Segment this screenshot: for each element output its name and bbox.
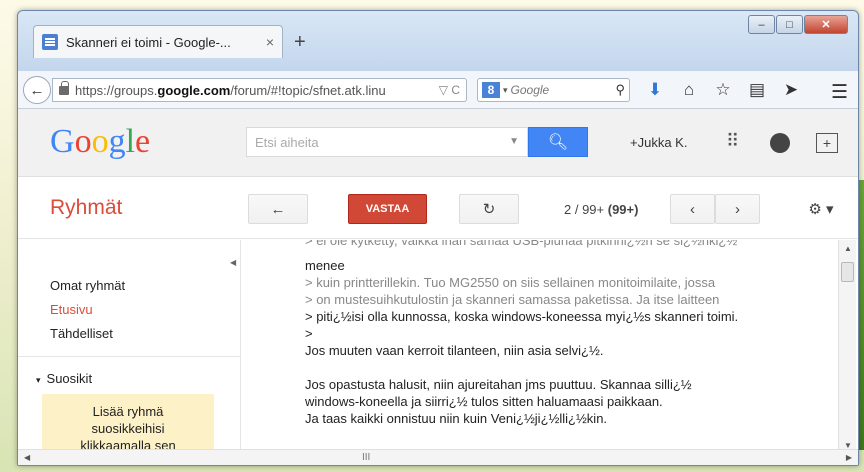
logo-letter: G — [50, 123, 75, 160]
chevron-down-icon[interactable]: ▼ — [509, 136, 519, 147]
scroll-up-icon[interactable]: ▲ — [844, 244, 852, 253]
navigation-bar: ← https://groups.google.com/forum/#!topi… — [18, 71, 858, 109]
user-name[interactable]: +Jukka K. — [630, 135, 687, 150]
url-dropdown-reload-icon[interactable]: ▽ C — [439, 83, 460, 97]
url-bar[interactable]: https://groups.google.com/forum/#!topic/… — [52, 78, 467, 102]
tab-title: Skanneri ei toimi - Google-... — [66, 34, 231, 50]
window-controls: – □ ✕ — [747, 15, 848, 34]
logo-letter: l — [125, 123, 136, 160]
send-icon[interactable]: ➤ — [776, 79, 806, 101]
sidebar-item-starred[interactable]: Tähdelliset — [50, 326, 113, 341]
search-engine-icon[interactable]: 8 — [482, 82, 500, 98]
bookmark-star-icon[interactable]: ☆ — [708, 79, 738, 101]
chevron-left-icon: ‹ — [690, 200, 695, 218]
topic-search-input[interactable]: Etsi aiheita ▼ — [246, 127, 528, 157]
triangle-down-icon: ▾ — [36, 375, 41, 385]
tab-close-icon[interactable]: × — [266, 34, 274, 50]
browser-window: Skanneri ei toimi - Google-... × + – □ ✕… — [17, 10, 859, 466]
back-to-list-button[interactable]: ← — [248, 194, 308, 224]
scrollbar-thumb[interactable] — [841, 262, 854, 282]
post-line: > kuin printterillekin. Tuo MG2550 on si… — [305, 275, 716, 290]
search-button[interactable]: 🔍︎ — [528, 127, 588, 157]
post-body: > ei ole kytketty, vaikka inan samaa USB… — [305, 240, 825, 454]
close-window-button[interactable]: ✕ — [804, 15, 848, 34]
google-header: Google Etsi aiheita ▼ 🔍︎ +Jukka K. ⠿ + — [18, 109, 858, 177]
groups-toolbar: Ryhmät ← VASTAA ↻ 2 / 99+ (99+) ‹ › ⚙ ▾ — [18, 177, 858, 239]
minimize-button[interactable]: – — [748, 15, 775, 34]
refresh-icon: ↻ — [482, 201, 496, 218]
browser-tab[interactable]: Skanneri ei toimi - Google-... × — [33, 25, 283, 58]
share-plus-icon[interactable]: + — [816, 133, 838, 153]
scroll-right-icon[interactable]: ▶ — [846, 453, 852, 462]
sidebar-item-home[interactable]: Etusivu — [50, 302, 93, 317]
collapse-sidebar-icon[interactable]: ◀ — [230, 258, 236, 267]
page-content: Google Etsi aiheita ▼ 🔍︎ +Jukka K. ⠿ + R… — [18, 109, 858, 465]
chevron-right-icon: › — [735, 200, 740, 218]
post-line: menee — [305, 258, 345, 273]
post-line: Jos opastusta halusit, niin ajureitahan … — [305, 377, 692, 392]
sidebar: ◀ Omat ryhmät Etusivu Tähdelliset ▾ Suosi… — [18, 240, 241, 454]
post-line: > — [305, 326, 313, 341]
hamburger-menu-icon[interactable]: ☰ — [831, 81, 848, 104]
bookmarks-list-icon[interactable]: ▤ — [742, 79, 772, 101]
apps-grid-icon[interactable]: ⠿ — [726, 131, 739, 152]
maximize-button[interactable]: □ — [776, 15, 803, 34]
sidebar-divider — [18, 356, 240, 357]
reply-button[interactable]: VASTAA — [348, 194, 427, 224]
topic-search-placeholder: Etsi aiheita — [255, 135, 319, 150]
groups-title[interactable]: Ryhmät — [50, 196, 122, 220]
favorites-hint: Lisää ryhmä suosikkeihisi klikkaamalla s… — [42, 394, 214, 454]
browser-search-bar[interactable]: 8 ▾ Google ⚲ — [477, 78, 630, 102]
search-icon[interactable]: ⚲ — [615, 82, 625, 98]
logo-letter: e — [135, 123, 151, 160]
home-icon[interactable]: ⌂ — [674, 79, 704, 101]
post-line: > on mustesuihkutulostin ja skanneri sam… — [305, 292, 720, 307]
post-line: > ei ole kytketty, vaikka inan samaa USB… — [305, 240, 738, 248]
pager-text: 2 / 99+ (99+) — [564, 202, 639, 217]
logo-letter: o — [74, 123, 92, 160]
back-arrow-icon: ← — [270, 200, 286, 218]
logo-letter: o — [91, 123, 109, 160]
notifications-icon[interactable] — [770, 133, 790, 153]
post-line: Jos muuten vaan kerroit tilanteen, niin … — [305, 343, 604, 358]
next-button[interactable]: › — [715, 194, 760, 224]
post-line: > piti¿½isi olla kunnossa, koska windows… — [305, 309, 739, 324]
previous-button[interactable]: ‹ — [670, 194, 715, 224]
scrollbar-grip[interactable]: III — [362, 452, 370, 463]
url-text: https://groups.google.com/forum/#!topic/… — [75, 82, 386, 98]
lock-icon — [59, 80, 69, 95]
settings-dropdown-button[interactable]: ⚙ ▾ — [791, 194, 851, 224]
refresh-button[interactable]: ↻ — [459, 194, 519, 224]
google-logo[interactable]: Google — [50, 123, 150, 161]
search-icon: 🔍︎ — [547, 134, 569, 151]
title-bar: Skanneri ei toimi - Google-... × + – □ ✕ — [18, 11, 858, 71]
post-line: windows-koneella ja siirri¿½ tulos sitte… — [305, 394, 663, 409]
back-arrow-icon[interactable]: ← — [23, 76, 51, 104]
horizontal-scrollbar[interactable]: ◀ III ▶ — [18, 449, 858, 465]
logo-letter: g — [108, 123, 126, 160]
sidebar-item-my-groups[interactable]: Omat ryhmät — [50, 278, 125, 293]
favorites-heading[interactable]: ▾ Suosikit — [36, 371, 92, 386]
vertical-scrollbar[interactable]: ▲ ▼ — [838, 240, 856, 454]
download-icon[interactable]: ⬇ — [640, 79, 670, 101]
nav-icons: ⬇ ⌂ ☆ ▤ ➤ — [640, 79, 810, 101]
post-line: Ja taas kaikki onnistuu niin kuin Veni¿½… — [305, 411, 608, 426]
scroll-left-icon[interactable]: ◀ — [24, 453, 30, 462]
google-groups-favicon-icon — [42, 34, 58, 50]
user-settings-icon: ⚙ ▾ — [808, 201, 834, 218]
new-tab-button[interactable]: + — [294, 31, 306, 54]
search-placeholder: Google — [510, 83, 550, 97]
